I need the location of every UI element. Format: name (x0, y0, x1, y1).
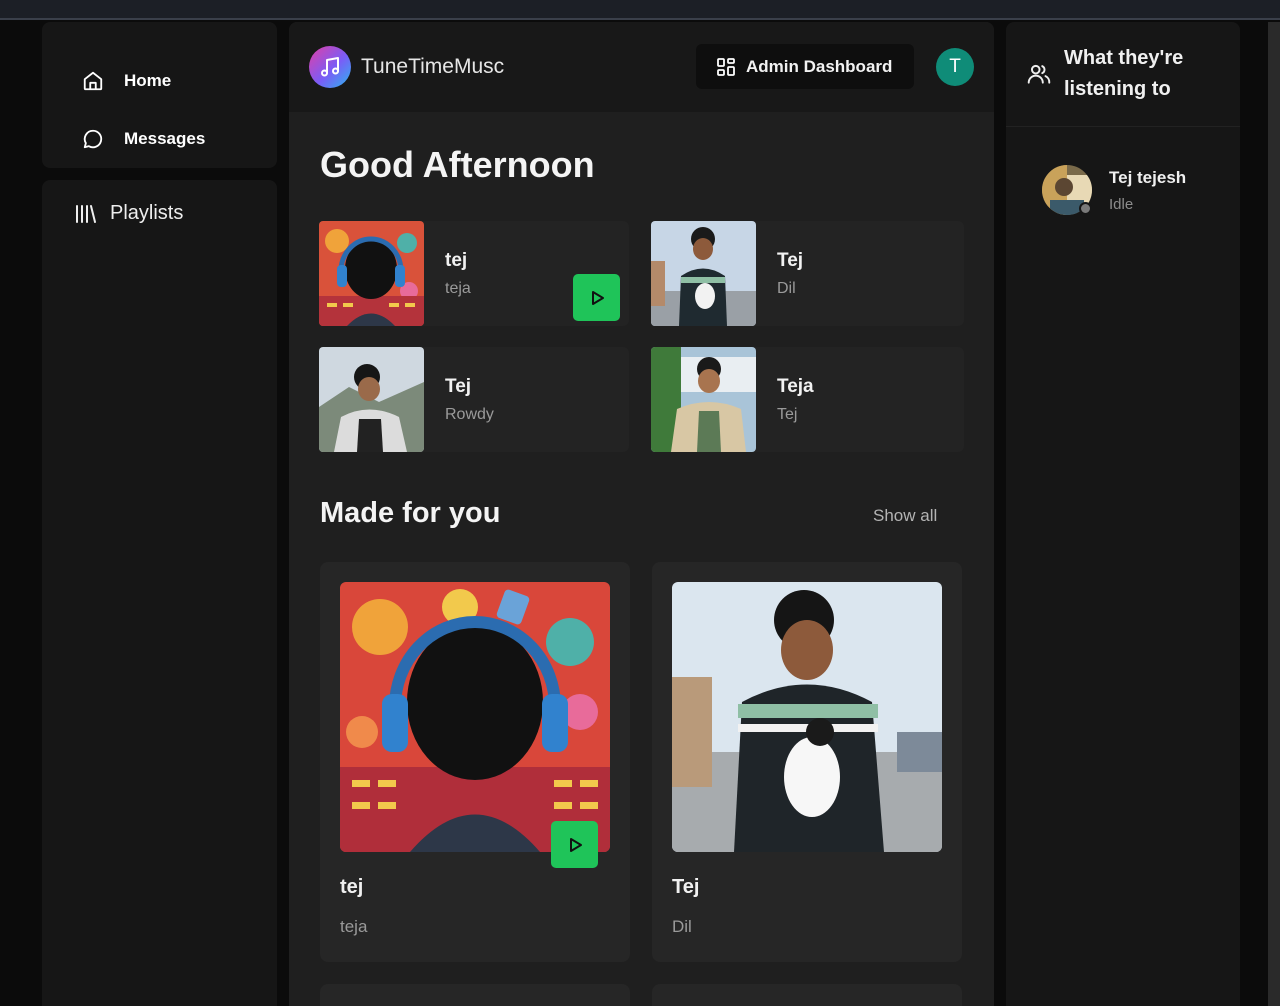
quick-pick-text: Teja Tej (777, 376, 814, 424)
quick-pick-subtitle: Rowdy (445, 405, 494, 423)
album-card-title: Tej (672, 876, 700, 898)
play-button[interactable] (573, 274, 620, 321)
playlists-header[interactable]: Playlists (74, 202, 277, 225)
album-art-headphones (340, 582, 610, 852)
show-all-link[interactable]: Show all (873, 506, 937, 526)
play-button[interactable] (551, 821, 598, 868)
quick-pick-subtitle: teja (445, 279, 471, 297)
brand-name[interactable]: TuneTimeMusc (361, 55, 504, 79)
playlists-label: Playlists (110, 202, 184, 224)
nav-messages-label: Messages (124, 129, 206, 148)
album-card[interactable]: tej teja (320, 562, 630, 962)
friend-name: Tej tejesh (1109, 167, 1187, 187)
library-icon (74, 203, 98, 225)
main-header: TuneTimeMusc Admin Dashboard T (289, 22, 994, 112)
album-card-title: tej (340, 876, 364, 898)
album-card[interactable]: Tej Dil (652, 562, 962, 962)
quick-pick-subtitle: Tej (777, 405, 798, 423)
message-icon (82, 127, 106, 151)
quick-pick-text: tej teja (445, 250, 471, 298)
greeting-title: Good Afternoon (320, 144, 595, 185)
album-card[interactable] (320, 984, 630, 1006)
friends-title: What they're listening to (1064, 47, 1184, 100)
dashboard-icon (716, 57, 736, 77)
album-art-photo (319, 347, 424, 452)
avatar (1042, 165, 1092, 215)
friends-header: What they're listening to (1006, 22, 1240, 127)
quick-pick-item[interactable]: Tej Dil (651, 221, 964, 326)
quick-pick-item[interactable]: Tej Rowdy (319, 347, 629, 452)
album-art-headphones (319, 221, 424, 326)
play-icon (569, 837, 582, 852)
friends-activity-panel: What they're listening to Tej tejesh Idl… (1006, 22, 1240, 1006)
quick-pick-title: Tej (777, 249, 804, 271)
users-icon (1026, 61, 1052, 87)
album-card[interactable] (652, 984, 962, 1006)
quick-pick-title: Tej (445, 375, 472, 397)
friend-status: Idle (1109, 195, 1134, 213)
nav-home[interactable]: Home (42, 52, 277, 110)
quick-pick-title: tej (445, 249, 468, 271)
album-card-subtitle: Dil (672, 917, 692, 936)
album-card-subtitle: teja (340, 917, 368, 936)
admin-dashboard-label: Admin Dashboard (746, 56, 893, 76)
scrollbar[interactable] (1268, 22, 1280, 1006)
quick-pick-text: Tej Rowdy (445, 376, 494, 424)
main-content: TuneTimeMusc Admin Dashboard T Good Afte… (289, 22, 994, 1006)
admin-dashboard-button[interactable]: Admin Dashboard (696, 44, 914, 89)
user-avatar[interactable]: T (936, 48, 974, 86)
home-icon (82, 69, 106, 93)
album-art-photo (651, 347, 756, 452)
quick-pick-item[interactable]: Teja Tej (651, 347, 964, 452)
album-art-photo (651, 221, 756, 326)
playlists-panel: Playlists (42, 180, 277, 1006)
quick-pick-text: Tej Dil (777, 250, 803, 298)
made-for-you-title: Made for you (320, 497, 501, 529)
friend-item[interactable]: Tej tejesh Idle (1042, 165, 1186, 215)
left-nav: Home Messages (42, 22, 277, 168)
album-art-photo (672, 582, 942, 852)
music-note-icon[interactable] (309, 46, 351, 88)
nav-home-label: Home (124, 71, 172, 90)
play-icon (591, 290, 604, 305)
status-dot (1079, 202, 1092, 215)
browser-top-bar (0, 0, 1280, 20)
nav-messages[interactable]: Messages (42, 110, 277, 168)
quick-pick-subtitle: Dil (777, 279, 796, 297)
friend-info: Tej tejesh Idle (1109, 168, 1186, 213)
quick-pick-title: Teja (777, 375, 814, 397)
